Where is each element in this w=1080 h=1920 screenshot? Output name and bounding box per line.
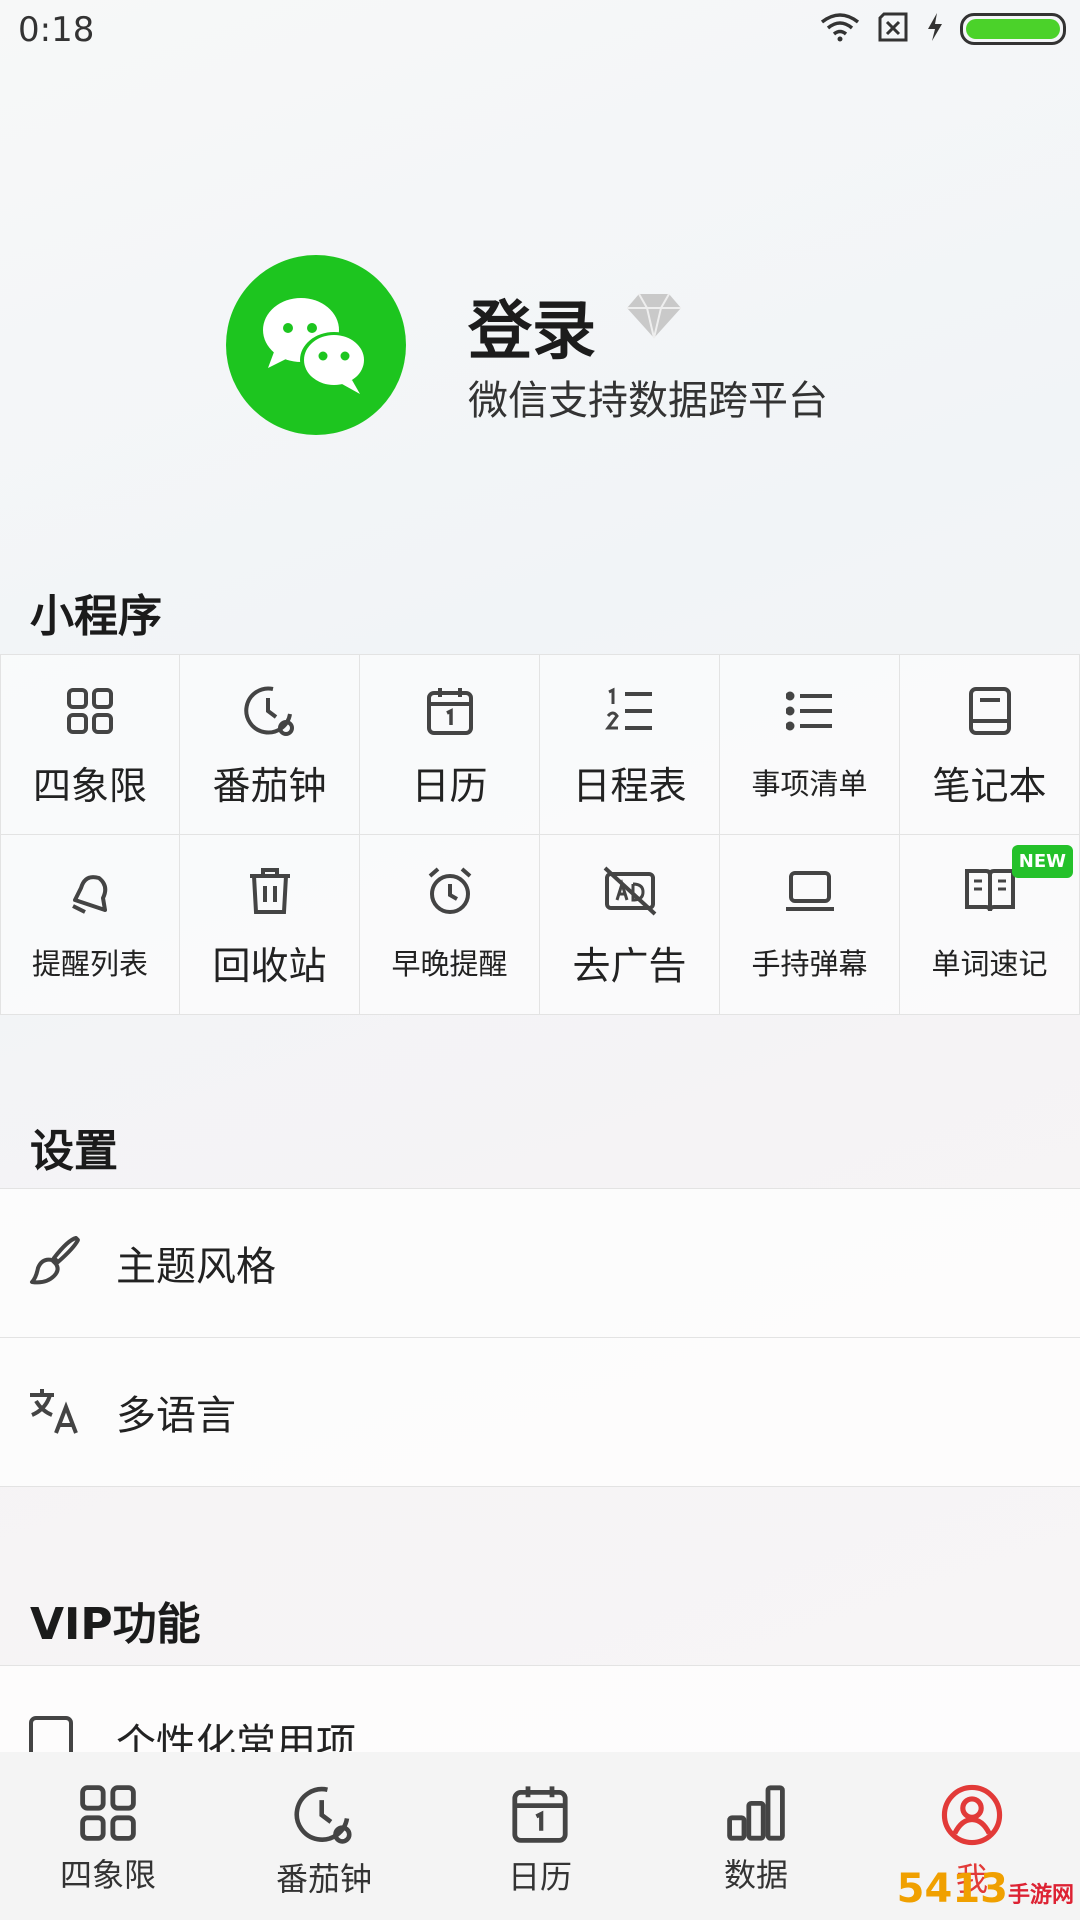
status-time: 0:18 — [18, 10, 95, 50]
mini-program-vocabulary[interactable]: NEW 单词速记 — [900, 835, 1080, 1015]
calendar-icon — [511, 1784, 569, 1848]
mini-program-label: 番茄钟 — [212, 764, 327, 808]
mini-program-label: 笔记本 — [932, 764, 1047, 808]
laptop-icon — [784, 863, 836, 919]
tab-label: 番茄钟 — [275, 1860, 372, 1898]
numbered-list-icon — [604, 683, 655, 739]
mini-program-reminders[interactable]: 提醒列表 — [0, 835, 180, 1015]
no-ad-icon — [603, 863, 657, 919]
mini-program-label: 回收站 — [212, 944, 327, 988]
mini-program-label: 四象限 — [32, 764, 147, 808]
grid-four-icon — [79, 1784, 137, 1846]
notebook-icon — [968, 683, 1012, 739]
wifi-icon — [820, 12, 860, 46]
mini-program-label: 提醒列表 — [31, 947, 148, 981]
list-icon — [785, 683, 834, 739]
bell-icon — [65, 863, 115, 919]
brush-icon — [28, 1234, 82, 1292]
battery-icon — [960, 13, 1066, 45]
clock-icon — [293, 1784, 355, 1850]
mini-program-label: 早晚提醒 — [391, 947, 508, 981]
settings-item-theme[interactable]: 主题风格 — [0, 1188, 1080, 1337]
mini-programs-grid: 四象限 番茄钟 日历 日程表 事项清单 笔记本 提醒列表 回收站 早晚提醒 去广… — [0, 654, 1080, 1015]
status-bar: 0:18 — [0, 0, 1080, 60]
profile-header: 登录 微信支持数据跨平台 — [0, 230, 1080, 460]
tab-quadrant[interactable]: 四象限 — [0, 1752, 216, 1920]
charging-icon — [926, 12, 944, 46]
wechat-avatar[interactable] — [226, 255, 406, 435]
mini-program-pomodoro[interactable]: 番茄钟 — [180, 655, 360, 835]
settings-title: 设置 — [30, 1126, 118, 1177]
mini-program-schedule[interactable]: 日程表 — [540, 655, 720, 835]
mini-programs-title: 小程序 — [30, 591, 162, 642]
mini-program-handheld-danmaku[interactable]: 手持弹幕 — [720, 835, 900, 1015]
mini-program-label: 事项清单 — [751, 767, 868, 801]
translate-icon — [28, 1385, 80, 1439]
settings-list: 主题风格 多语言 — [0, 1188, 1080, 1487]
alarm-icon — [426, 863, 474, 919]
settings-item-label: 主题风格 — [116, 1244, 276, 1290]
trash-icon — [248, 863, 292, 919]
login-title[interactable]: 登录 — [468, 280, 596, 372]
tab-label: 日历 — [507, 1858, 572, 1896]
tab-label: 四象限 — [59, 1856, 156, 1894]
watermark-sub: 手游网 — [1007, 1883, 1074, 1908]
grid-four-icon — [66, 683, 114, 739]
tab-label: 数据 — [723, 1856, 788, 1894]
mini-program-label: 去广告 — [572, 944, 687, 988]
mini-program-label: 手持弹幕 — [751, 947, 868, 981]
mini-program-notebook[interactable]: 笔记本 — [900, 655, 1080, 835]
watermark-logo: 5413手游网 — [897, 1866, 1074, 1912]
status-icons — [820, 12, 1066, 46]
settings-item-language[interactable]: 多语言 — [0, 1337, 1080, 1487]
mini-program-calendar[interactable]: 日历 — [360, 655, 540, 835]
watermark-text: 5413 — [896, 1866, 1008, 1912]
mini-program-label: 日程表 — [572, 764, 687, 808]
settings-item-label: 多语言 — [116, 1393, 236, 1439]
book-open-icon — [964, 863, 1016, 919]
vip-title: VIP功能 — [30, 1599, 201, 1650]
mini-program-todo[interactable]: 事项清单 — [720, 655, 900, 835]
clock-icon — [243, 683, 297, 739]
mini-program-remove-ads[interactable]: 去广告 — [540, 835, 720, 1015]
mini-program-label: 日历 — [411, 764, 488, 808]
login-subtitle: 微信支持数据跨平台 — [468, 378, 828, 424]
wechat-icon — [263, 298, 368, 394]
mini-program-recycle-bin[interactable]: 回收站 — [180, 835, 360, 1015]
no-sim-icon — [876, 12, 910, 46]
user-icon — [941, 1784, 1003, 1850]
mini-program-quadrant[interactable]: 四象限 — [0, 655, 180, 835]
mini-program-morning-evening[interactable]: 早晚提醒 — [360, 835, 540, 1015]
tab-pomodoro[interactable]: 番茄钟 — [216, 1752, 432, 1920]
bar-chart-icon — [726, 1784, 786, 1846]
tab-data[interactable]: 数据 — [648, 1752, 864, 1920]
diamond-icon — [625, 290, 683, 344]
calendar-icon — [426, 683, 474, 739]
tab-calendar[interactable]: 日历 — [432, 1752, 648, 1920]
new-badge: NEW — [1011, 845, 1073, 878]
mini-program-label: 单词速记 — [931, 947, 1048, 981]
